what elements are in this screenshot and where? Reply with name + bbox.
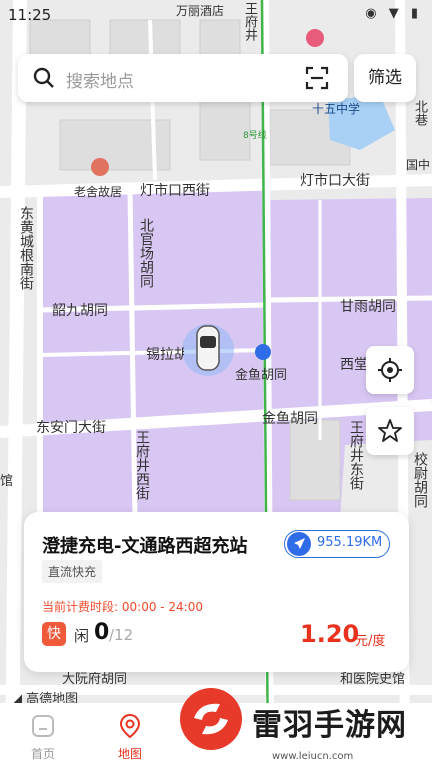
star-icon [378, 419, 402, 442]
map-label: 馆 [0, 474, 14, 489]
status-time: 11:25 [8, 6, 52, 24]
watermark-text: 雷羽手游网 [252, 708, 407, 743]
map-label: 金鱼胡同 [235, 368, 288, 383]
price-unit: 元/度 [355, 634, 386, 649]
billing-period: 当前计费时段: 00:00 - 24:00 [42, 598, 203, 615]
home-icon [32, 715, 54, 737]
crosshair-icon [378, 358, 402, 382]
map-pin-icon [119, 713, 141, 739]
map-label: 锡拉胡同 [146, 347, 184, 363]
map-label: 十五中学 [312, 102, 361, 116]
map-label: 西堂 [340, 357, 368, 373]
station-name: 澄捷充电-文通路西超充站 [42, 536, 248, 557]
nav-item-home[interactable]: 首页 [13, 713, 73, 762]
nav-label-map: 地图 [117, 747, 142, 761]
map-label: 韶九胡同 [52, 303, 108, 319]
map-label: 东黄城根南街 [18, 206, 34, 290]
map-label: 东安门大街 [36, 420, 106, 436]
map-label: 北巷 [412, 100, 427, 126]
billing-period-label: 当前计费时段: [42, 600, 119, 614]
billing-period-value: 00:00 - 24:00 [121, 600, 203, 614]
map-label: 校尉胡同 [412, 452, 428, 508]
watermark: 雷羽手游网 www.leiucn.com [160, 688, 432, 769]
station-card[interactable]: 澄捷充电-文通路西超充站 955.19KM 直流快充 当前计费时段: 00:00… [24, 512, 409, 672]
map-label: 8号线 [243, 131, 267, 141]
idle-label: 闲 [74, 627, 90, 645]
map-label: 北官场胡同 [138, 218, 154, 288]
search-input[interactable]: 搜索地点 [66, 67, 134, 92]
map-label: 甘雨胡同 [340, 299, 396, 315]
nav-label-home: 首页 [30, 747, 55, 761]
map-label: 王府井东街 [348, 420, 364, 490]
map-label: 老舍故居 [74, 185, 123, 199]
total-chargers: /12 [109, 626, 134, 644]
map-label: 灯市口大街 [300, 173, 370, 189]
watermark-logo-icon [180, 688, 242, 750]
distance-navigate-button[interactable]: 955.19KM [284, 530, 390, 558]
filter-button[interactable]: 筛选 [354, 54, 416, 102]
search-icon [33, 67, 54, 88]
status-bar: 11:25 ◉ ▼ ▮ [0, 0, 432, 30]
watermark-url: www.leiucn.com [272, 751, 354, 762]
map-label: 金鱼胡同 [262, 411, 318, 427]
search-bar[interactable]: 搜索地点 [18, 54, 348, 102]
idle-count: 0 [94, 620, 110, 645]
charger-type-tag: 直流快充 [42, 560, 103, 583]
price: 1.20 [300, 620, 360, 648]
nav-item-map[interactable]: 地图 [100, 713, 160, 762]
navigate-arrow-icon [287, 532, 311, 556]
fast-charge-badge: 快 [42, 622, 66, 646]
map-label: 灯市口西街 [140, 183, 210, 199]
favorite-button[interactable] [366, 407, 414, 455]
scan-icon[interactable] [304, 65, 330, 91]
status-icons: ◉ ▼ ▮ [365, 6, 422, 21]
distance-text: 955.19KM [317, 535, 383, 550]
map-label: 王府井西街 [134, 430, 150, 500]
map-label: 国中 [406, 158, 431, 172]
locate-button[interactable] [366, 346, 414, 394]
